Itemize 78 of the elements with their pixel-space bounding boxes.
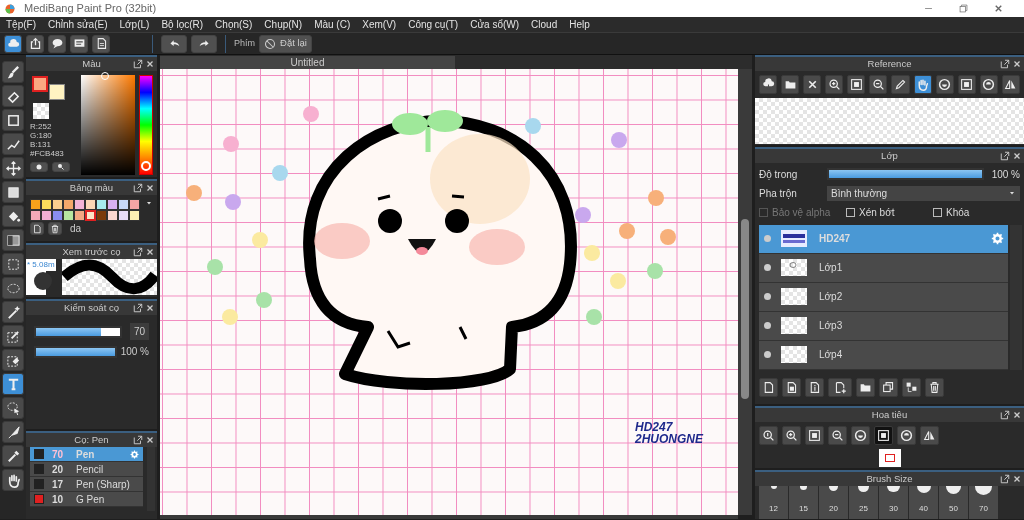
panel-title: Reference	[867, 58, 912, 69]
brush-size-cell[interactable]: 25	[849, 486, 878, 519]
rgb-value: B:131	[30, 140, 52, 149]
menu-item[interactable]: Xem(V)	[356, 17, 403, 32]
opacity-label: Độ trong	[759, 167, 799, 182]
checkbox-label: Bảo vệ alpha	[772, 206, 831, 221]
layer-name: HD247	[819, 232, 851, 247]
layer-name: Lớp3	[819, 319, 843, 334]
reset-button[interactable]: Đặt lại	[259, 34, 312, 53]
layer-name: Lớp4	[819, 348, 843, 363]
brush-size-cell[interactable]: 30	[879, 486, 908, 519]
layer-name: Lớp2	[819, 290, 843, 305]
menu-item[interactable]: Lớp(L)	[113, 17, 156, 32]
palette-name: da	[70, 222, 82, 236]
menu-item[interactable]: Công cụ(T)	[402, 17, 465, 32]
size-value-field[interactable]: 70	[129, 323, 149, 340]
document-tab[interactable]: Untitled	[160, 56, 455, 70]
brush-size-value: 50	[949, 503, 958, 516]
brush-row[interactable]: 17 Pen (Sharp)	[30, 477, 143, 492]
brush-size-value: 20	[829, 503, 838, 516]
menu-item[interactable]: Help	[563, 17, 596, 32]
rgb-value: R:252	[30, 122, 53, 131]
layer-row[interactable]: Lớp2	[759, 282, 1008, 312]
panel-title: Xem trước cọ	[62, 246, 121, 257]
layer-row[interactable]: Lớp4	[759, 340, 1008, 370]
hex-value: #FCB483	[30, 149, 65, 158]
menu-item[interactable]: Tệp(F)	[0, 17, 42, 32]
brush-row[interactable]: 20 Pencil	[30, 462, 143, 477]
menu-item[interactable]: Chỉnh sửa(E)	[42, 17, 114, 32]
brush-size: 17	[52, 477, 65, 492]
brush-name: Pen	[76, 447, 95, 462]
brush-size-cell[interactable]: 70	[969, 486, 998, 519]
brush-size-cell[interactable]: 20	[819, 486, 848, 519]
layer-row[interactable]: Lớp1	[759, 253, 1008, 283]
brush-name: Pencil	[76, 462, 104, 477]
brush-name: Pen (Sharp)	[76, 477, 130, 492]
checkbox-label: Xén bớt	[859, 206, 895, 221]
checkbox-label: Khóa	[946, 206, 970, 221]
brush-size-cell[interactable]: 12	[759, 486, 788, 519]
panel-title: Màu	[82, 58, 101, 69]
menu-item[interactable]: Màu (C)	[308, 17, 357, 32]
panel-title: Brush Size	[866, 473, 913, 485]
panel-title: Hoa tiêu	[871, 409, 908, 421]
layer-name: Lớp1	[819, 261, 843, 276]
brush-size: 10	[52, 492, 65, 507]
rgb-value: G:180	[30, 131, 53, 140]
brush-size-cell[interactable]: 50	[939, 486, 968, 519]
signature-text: 2HUONGNE	[635, 432, 703, 446]
brush-size-cell[interactable]: 40	[909, 486, 938, 519]
shortcut-label: Phím	[234, 36, 255, 50]
window-title: MediBang Paint Pro (32bit)	[24, 1, 157, 17]
brush-size-label: * 5.08m	[27, 259, 56, 271]
panel-title: Kiểm soát cọ	[64, 302, 119, 313]
brush-size-value: 30	[889, 503, 898, 516]
brush-size: 70	[52, 447, 65, 462]
brush-size-value: 70	[979, 503, 988, 516]
menu-item[interactable]: Cloud	[525, 17, 564, 32]
brush-size-cell[interactable]: 15	[789, 486, 818, 519]
blend-label: Pha trộn	[759, 186, 798, 201]
opacity-reading: 100 %	[120, 345, 149, 359]
menu-item[interactable]: Bộ lọc(R)	[155, 17, 210, 32]
menu-item[interactable]: Chụp(N)	[258, 17, 309, 32]
brush-size-value: 12	[769, 503, 778, 516]
opacity-reading: 100 %	[991, 167, 1020, 182]
brush-size: 20	[52, 462, 65, 477]
signature-text: HD247	[635, 420, 673, 434]
menu-item[interactable]: Chọn(S)	[209, 17, 259, 32]
panel-title: Cọ: Pen	[74, 434, 109, 445]
brush-name: G Pen	[76, 492, 105, 507]
brush-size-value: 25	[859, 503, 868, 516]
panel-title: Bảng màu	[69, 182, 114, 193]
blend-mode-dropdown[interactable]: Bình thường	[827, 185, 1020, 201]
menu-item[interactable]: Cửa sổ(W)	[464, 17, 526, 32]
brush-size-value: 15	[799, 503, 808, 516]
brush-row[interactable]: 10 G Pen	[30, 492, 143, 507]
panel-title: Lớp	[881, 149, 898, 161]
layer-row[interactable]: Lớp3	[759, 311, 1008, 341]
brush-size-value: 40	[919, 503, 928, 516]
